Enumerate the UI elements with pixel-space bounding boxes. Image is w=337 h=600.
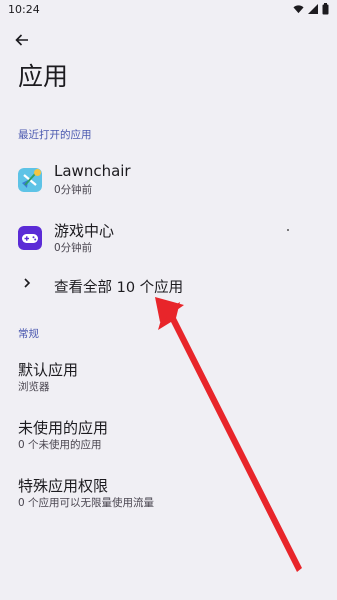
- setting-title: 特殊应用权限: [18, 477, 109, 495]
- app-name: Lawnchair: [54, 162, 131, 180]
- status-icons: [293, 3, 329, 15]
- chevron-right-icon: [24, 278, 31, 288]
- setting-unused-apps[interactable]: 未使用的应用 0 个未使用的应用: [0, 417, 337, 465]
- setting-summary: 0 个应用可以无限量使用流量: [18, 497, 155, 509]
- setting-summary: 浏览器: [18, 381, 50, 393]
- status-time: 10:24: [8, 3, 40, 16]
- see-all-apps-button[interactable]: 查看全部 10 个应用: [0, 270, 337, 304]
- setting-summary: 0 个未使用的应用: [18, 439, 102, 451]
- arrow-left-icon: [15, 34, 28, 46]
- setting-title: 未使用的应用: [18, 419, 109, 437]
- setting-title: 默认应用: [18, 361, 79, 379]
- app-name: 游戏中心: [54, 222, 115, 240]
- page-title: 应用: [18, 62, 69, 91]
- setting-special-app-access[interactable]: 特殊应用权限 0 个应用可以无限量使用流量: [0, 475, 337, 523]
- app-last-used: 0分钟前: [54, 242, 93, 254]
- app-row-lawnchair[interactable]: Lawnchair 0分钟前: [0, 160, 337, 210]
- game-center-icon: [18, 226, 42, 250]
- status-bar: 10:24: [0, 0, 337, 20]
- app-last-used: 0分钟前: [54, 184, 93, 196]
- app-row-game-center[interactable]: 游戏中心 0分钟前: [0, 218, 337, 268]
- signal-icon: [308, 4, 318, 14]
- decorative-dot: [287, 229, 289, 231]
- wifi-icon: [293, 5, 304, 14]
- battery-icon: [322, 3, 329, 15]
- setting-default-apps[interactable]: 默认应用 浏览器: [0, 359, 337, 407]
- general-header: 常规: [18, 328, 39, 340]
- back-button[interactable]: [10, 28, 34, 52]
- see-all-apps-label: 查看全部 10 个应用: [54, 280, 184, 296]
- lawnchair-icon: [18, 168, 42, 192]
- recent-apps-header: 最近打开的应用: [18, 129, 92, 141]
